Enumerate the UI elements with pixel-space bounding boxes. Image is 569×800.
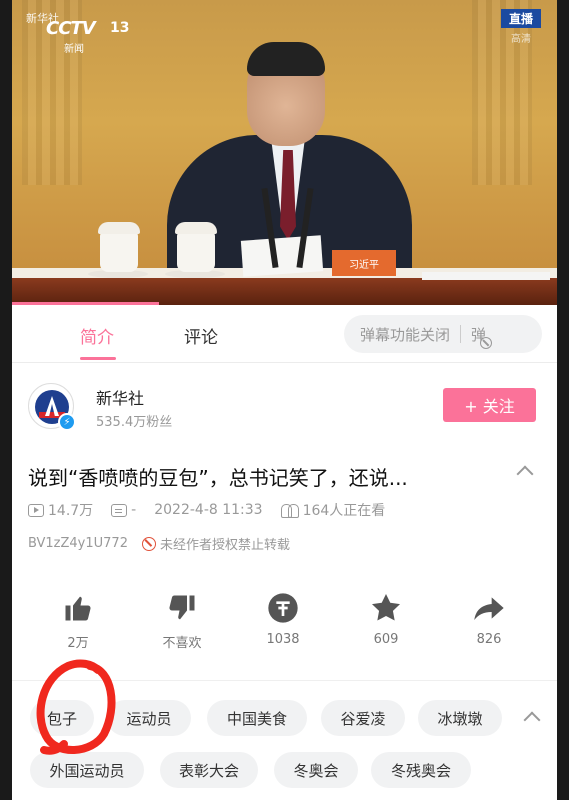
viewers-icon <box>280 503 299 518</box>
live-badge: 直播 高清 <box>501 9 541 45</box>
video-player[interactable]: 习近平 新华社 CCTV 13 新闻 直播 高清 <box>12 0 557 305</box>
tag-chip[interactable]: 冬残奥会 <box>371 752 471 788</box>
teacup <box>175 222 217 272</box>
bv-line: BV1zZ4y1U772 未经作者授权禁止转载 <box>28 534 290 553</box>
divider <box>12 680 557 681</box>
danmaku-count-icon <box>111 503 128 517</box>
copyright-notice: 未经作者授权禁止转载 <box>159 538 290 553</box>
tag-chip[interactable]: 外国运动员 <box>30 752 144 788</box>
play-count-icon <box>28 503 44 517</box>
tab-comments[interactable]: 评论 <box>184 323 218 348</box>
cctv-logo: CCTV 13 新闻 <box>46 18 130 55</box>
like-button[interactable]: 2万 <box>38 590 118 651</box>
nameplate: 习近平 <box>332 250 396 276</box>
coin-button[interactable]: 1038 <box>243 590 323 647</box>
tag-chip[interactable]: 表彰大会 <box>160 752 258 788</box>
watching-count: 164人正在看 <box>302 503 386 519</box>
favorite-button[interactable]: 609 <box>346 590 426 647</box>
danmaku-count: - <box>131 502 137 518</box>
no-repost-icon <box>141 536 156 551</box>
share-button[interactable]: 826 <box>449 590 529 647</box>
tab-underline <box>80 357 116 360</box>
star-icon <box>346 590 426 626</box>
uploader-row: ⚡ 新华社 535.4万粉丝 + 关注 <box>12 363 557 445</box>
follow-button[interactable]: + 关注 <box>443 388 536 422</box>
publish-date: 2022-4-8 11:33 <box>154 502 263 518</box>
danmaku-label: 弹幕功能关闭 <box>360 325 451 344</box>
desk <box>12 278 557 305</box>
action-bar: 2万 不喜欢 1038 609 826 <box>12 590 557 660</box>
danmaku-off-icon[interactable]: 弹 <box>471 324 493 349</box>
thumbs-down-icon <box>142 590 222 626</box>
danmaku-toggle[interactable]: 弹幕功能关闭 弹 <box>344 315 542 353</box>
verified-icon: ⚡ <box>58 413 76 431</box>
uploader-fans: 535.4万粉丝 <box>96 415 173 430</box>
speech-paper <box>240 235 324 277</box>
tag-chip[interactable]: 包子 <box>30 700 94 736</box>
video-title: 说到“香喷喷的豆包”，总书记笑了，还说... <box>28 466 408 490</box>
tag-chip[interactable]: 运动员 <box>107 700 191 736</box>
tag-chip[interactable]: 谷爱凌 <box>321 700 405 736</box>
tag-chip[interactable]: 冬奥会 <box>274 752 358 788</box>
coin-icon <box>243 590 323 626</box>
thumbs-up-icon <box>38 590 118 626</box>
tab-intro[interactable]: 简介 <box>80 323 114 348</box>
dislike-button[interactable]: 不喜欢 <box>142 590 222 651</box>
bvid: BV1zZ4y1U772 <box>28 536 128 551</box>
collapse-chevron-icon[interactable] <box>516 465 534 483</box>
share-arrow-icon <box>449 590 529 626</box>
collapse-tags-chevron-icon[interactable] <box>523 711 541 729</box>
app-screen: 习近平 新华社 CCTV 13 新闻 直播 高清 简介 评论 弹幕功能关闭 弹 … <box>12 0 557 800</box>
tag-chip[interactable]: 冰墩墩 <box>418 700 502 736</box>
tab-bar: 简介 评论 弹幕功能关闭 弹 <box>12 305 557 363</box>
uploader-name[interactable]: 新华社 <box>96 385 144 409</box>
view-count: 14.7万 <box>48 503 94 519</box>
tag-chip[interactable]: 中国美食 <box>207 700 307 736</box>
video-meta: 14.7万 - 2022-4-8 11:33 164人正在看 <box>28 500 403 520</box>
teacup <box>98 222 140 272</box>
